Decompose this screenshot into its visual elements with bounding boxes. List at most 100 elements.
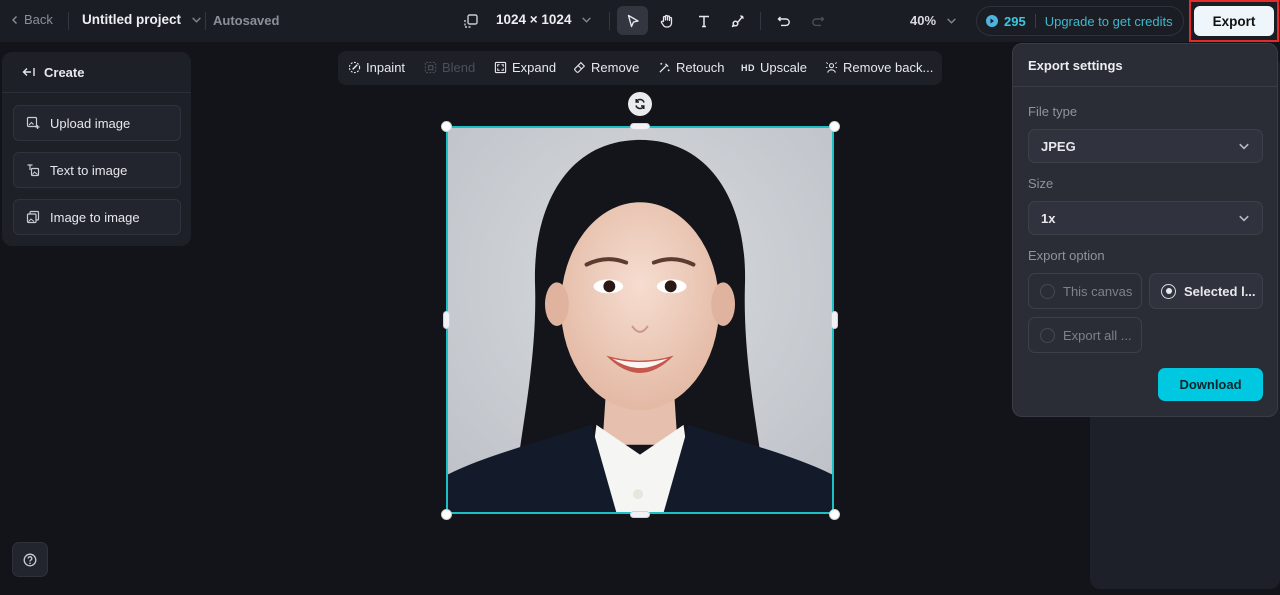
remove-button[interactable]: Remove [573, 60, 639, 75]
export-option-this-canvas[interactable]: This canvas [1028, 273, 1142, 309]
collapse-left-icon [22, 68, 35, 76]
radio-button [1040, 283, 1055, 299]
inpaint-icon [348, 61, 361, 74]
hand-tool-button[interactable] [651, 6, 682, 35]
chevron-down-icon [947, 18, 956, 24]
create-panel: Create Upload image Text to image Image … [2, 52, 191, 246]
retouch-label: Retouch [676, 60, 725, 75]
text-to-image-icon [27, 164, 40, 177]
text-to-image-button[interactable]: Text to image [13, 152, 181, 188]
chevron-down-icon [582, 17, 592, 23]
image-to-image-icon [26, 210, 40, 224]
expand-label: Expand [512, 60, 557, 75]
redo-button[interactable] [802, 6, 833, 35]
credits-count: 295 [1004, 13, 1026, 29]
inpaint-label: Inpaint [366, 60, 406, 75]
radio-button-selected [1161, 283, 1176, 299]
upload-image-icon [26, 116, 40, 129]
credits-coin-icon [986, 15, 998, 27]
file-type-value: JPEG [1041, 138, 1076, 154]
upscale-button[interactable]: HD Upscale [741, 60, 807, 75]
inpaint-button[interactable]: Inpaint [348, 60, 405, 75]
retouch-wand-icon [659, 62, 670, 73]
resize-handle-bottom-left[interactable] [441, 509, 452, 520]
resize-handle-top[interactable] [630, 123, 650, 130]
blend-button[interactable]: Blend [424, 60, 475, 75]
resize-handle-right[interactable] [831, 311, 838, 329]
select-tool-button[interactable] [617, 6, 648, 35]
hand-icon [660, 14, 672, 28]
top-bar: Back Untitled project Autosaved 1024 × 1… [0, 0, 1280, 42]
size-label: Size [1028, 176, 1054, 191]
selected-image[interactable] [446, 126, 834, 514]
divider [205, 12, 206, 30]
blend-label: Blend [442, 60, 476, 75]
option-label: This canvas [1063, 283, 1133, 299]
divider [760, 12, 761, 30]
export-option-selected-layers[interactable]: Selected l... [1149, 273, 1263, 309]
download-button[interactable]: Download [1158, 368, 1263, 401]
resize-handle-top-right[interactable] [829, 121, 840, 132]
create-panel-title: Create [44, 64, 85, 80]
resize-handle-bottom[interactable] [630, 511, 650, 518]
export-settings-title: Export settings [1013, 44, 1277, 87]
chevron-left-icon [12, 15, 17, 24]
save-status: Autosaved [213, 13, 280, 28]
credits-badge: 295 Upgrade to get credits [976, 6, 1184, 36]
brush-tool-button[interactable] [722, 6, 753, 35]
help-question-icon [23, 553, 37, 566]
upgrade-link[interactable]: Upgrade to get credits [1045, 14, 1173, 29]
remove-label: Remove [591, 60, 640, 75]
remove-background-button[interactable]: Remove back... [825, 60, 933, 75]
rotate-handle[interactable] [628, 92, 652, 116]
blend-icon [424, 61, 437, 74]
create-panel-collapse[interactable]: Create [2, 52, 191, 93]
chevron-down-icon [192, 17, 201, 23]
zoom-dropdown[interactable]: 40% [910, 13, 957, 28]
rotate-icon [635, 98, 645, 110]
zoom-level: 40% [910, 13, 937, 28]
chevron-down-icon [1239, 215, 1249, 222]
resize-handle-bottom-right[interactable] [829, 509, 840, 520]
upscale-label: Upscale [760, 60, 807, 75]
image-to-image-button[interactable]: Image to image [13, 199, 181, 235]
resize-handle-left[interactable] [443, 311, 450, 329]
resize-handle-top-left[interactable] [441, 121, 452, 132]
file-type-label: File type [1028, 104, 1078, 119]
export-option-export-all[interactable]: Export all ... [1028, 317, 1142, 353]
upload-image-button[interactable]: Upload image [13, 105, 181, 141]
remove-background-label: Remove back... [843, 60, 934, 75]
portrait-photo [448, 128, 832, 512]
create-item-label: Upload image [50, 115, 131, 131]
divider [609, 12, 610, 30]
undo-button[interactable] [768, 6, 799, 35]
export-settings-popover: Export settings File type JPEG Size 1x E… [1012, 43, 1278, 417]
remove-background-icon [825, 62, 838, 73]
back-button[interactable]: Back [10, 12, 53, 27]
back-label: Back [24, 12, 53, 27]
option-label: Selected l... [1184, 283, 1256, 299]
project-title-dropdown[interactable]: Untitled project [82, 12, 202, 27]
radio-button [1040, 327, 1055, 343]
undo-icon [777, 16, 790, 26]
redo-icon [811, 16, 824, 26]
option-label: Export all ... [1063, 327, 1132, 343]
text-tool-button[interactable] [688, 6, 719, 35]
expand-button[interactable]: Expand [494, 60, 556, 75]
resize-canvas-icon[interactable] [462, 12, 480, 30]
export-button[interactable]: Export [1194, 6, 1274, 36]
text-icon [698, 15, 709, 27]
size-select[interactable]: 1x [1028, 201, 1263, 235]
file-type-select[interactable]: JPEG [1028, 129, 1263, 163]
retouch-button[interactable]: Retouch [658, 60, 724, 75]
size-value: 1x [1041, 210, 1056, 226]
eraser-icon [574, 61, 586, 73]
export-option-label: Export option [1028, 248, 1105, 263]
create-item-label: Text to image [50, 162, 128, 178]
project-title: Untitled project [82, 12, 182, 27]
canvas-size-dropdown[interactable]: 1024 × 1024 [496, 12, 592, 27]
divider [68, 12, 69, 30]
help-button[interactable] [12, 542, 48, 577]
hd-icon: HD [741, 62, 755, 73]
brush-icon [731, 14, 744, 27]
